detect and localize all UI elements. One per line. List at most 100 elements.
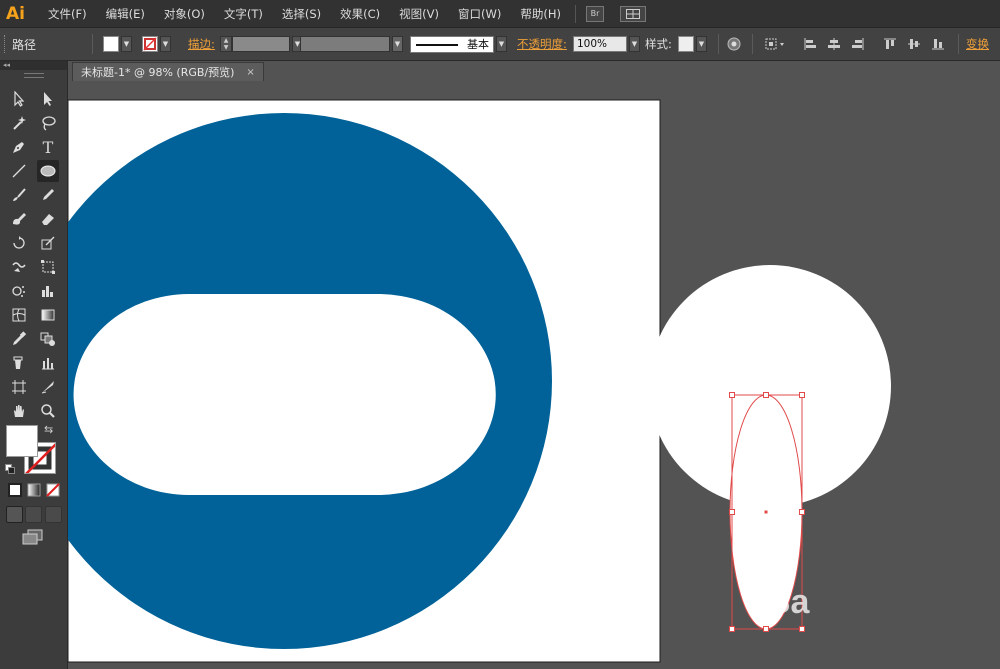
recolor-artwork-icon [727,37,741,51]
fill-color-swatch[interactable] [6,425,38,457]
blend-tool[interactable] [37,328,59,350]
rounded-slot-cutout[interactable] [73,294,496,495]
live-paint-tool[interactable] [8,352,30,374]
graph-tool[interactable] [37,352,59,374]
arrange-documents-icon [625,8,640,19]
chevron-down-icon[interactable]: ▼ [496,36,507,52]
menu-edit[interactable]: 编辑(E) [106,6,145,22]
stroke-color-control[interactable]: ▼ [142,28,171,60]
align-to-button[interactable] [765,28,787,60]
type-tool[interactable]: T [37,136,59,158]
menu-help[interactable]: 帮助(H) [520,6,561,22]
menu-select[interactable]: 选择(S) [282,6,321,22]
screen-mode-button[interactable] [22,529,44,548]
pencil-tool[interactable] [37,184,59,206]
slice-tool[interactable] [37,376,59,398]
menu-file[interactable]: 文件(F) [48,6,87,22]
mesh-tool[interactable] [8,304,30,326]
eraser-tool[interactable] [37,208,59,230]
graphic-style-control[interactable]: ▼ [678,28,707,60]
recolor-button[interactable] [727,28,741,60]
fill-swatch[interactable] [103,36,119,52]
draw-inside-icon[interactable] [44,505,62,523]
document-tab[interactable]: 未标题-1* @ 98% (RGB/预览) × [72,62,264,81]
scale-tool[interactable] [37,232,59,254]
none-mode-button[interactable] [46,483,60,500]
free-transform-tool[interactable] [37,256,59,278]
opacity-label[interactable]: 不透明度: [517,36,567,52]
variable-width-control[interactable]: ▼ [300,28,403,60]
canvas-area[interactable]: Ba [68,81,1000,669]
align-hcenter-button[interactable] [827,28,841,60]
slice-icon [41,381,54,394]
bridge-button[interactable]: Br [585,5,604,22]
selection-tool-icon [14,91,25,107]
variable-width-field[interactable] [300,36,390,52]
gradient-tool[interactable] [37,304,59,326]
tools-panel-collapse[interactable]: ◂◂ [0,61,67,70]
menu-view[interactable]: 视图(V) [399,6,439,22]
brush-definition-control[interactable]: 基本 ▼ [410,28,507,60]
rotate-icon [13,236,25,249]
align-horizontal-center-icon [828,38,840,50]
hand-tool[interactable] [8,400,30,422]
default-colors-icon[interactable] [5,463,15,474]
menu-type[interactable]: 文字(T) [224,6,263,22]
chevron-down-icon[interactable]: ▼ [121,36,132,52]
tools-panel-grip[interactable] [23,73,44,78]
magic-wand-tool[interactable] [8,112,30,134]
direct-selection-tool[interactable] [37,88,59,110]
line-segment-tool[interactable] [8,160,30,182]
lasso-tool[interactable] [37,112,59,134]
color-mode-button[interactable] [8,483,22,500]
align-top-button[interactable] [883,28,897,60]
align-right-button[interactable] [851,28,865,60]
gradient-mode-button[interactable] [27,483,41,500]
warp-tool[interactable] [8,256,30,278]
opacity-input[interactable]: 100% [573,36,627,52]
chevron-down-icon[interactable]: ▼ [160,36,171,52]
ellipse-tool[interactable] [37,160,59,182]
zoom-tool[interactable] [37,400,59,422]
arrange-documents-button[interactable] [619,5,646,22]
rotate-tool[interactable] [8,232,30,254]
selection-tool[interactable] [8,88,30,110]
eyedropper-tool[interactable] [8,328,30,350]
color-icon [8,483,22,497]
stroke-weight-control[interactable]: ▲ ▼ ▼ [220,28,303,60]
separator [752,34,753,54]
pen-tool[interactable] [8,136,30,158]
opacity-control[interactable]: 100% ▼ [573,28,640,60]
column-graph-tool[interactable] [37,280,59,302]
stroke-swatch-none[interactable] [142,36,158,52]
align-vcenter-button[interactable] [907,28,921,60]
align-bottom-button[interactable] [931,28,945,60]
blob-brush-tool[interactable] [8,208,30,230]
chevron-down-icon[interactable]: ▼ [392,36,403,52]
symbol-sprayer-tool[interactable] [8,280,30,302]
control-grip [4,28,8,60]
artboard-tool[interactable] [8,376,30,398]
stroke-label[interactable]: 描边: [188,36,215,52]
draw-behind-icon[interactable] [25,505,43,523]
ellipse-tool-icon [40,165,56,177]
menu-effect[interactable]: 效果(C) [340,6,380,22]
style-swatch[interactable] [678,36,694,52]
eyedropper-icon [13,331,27,345]
brush-definition-field[interactable]: 基本 [410,35,494,53]
chevron-down-icon[interactable]: ▼ [696,36,707,52]
align-left-button[interactable] [803,28,817,60]
stepper-icon[interactable]: ▲ ▼ [220,36,232,52]
stroke-weight-field[interactable] [232,36,290,52]
type-tool-icon: T [42,137,54,157]
draw-normal-icon[interactable] [6,505,24,523]
brush-label: 基本 [467,38,489,51]
close-icon[interactable]: × [246,67,254,78]
swap-fill-stroke-icon[interactable]: ⇆ [44,423,53,436]
paintbrush-tool[interactable] [8,184,30,206]
menu-window[interactable]: 窗口(W) [458,6,501,22]
transform-link[interactable]: 变换 [966,36,989,52]
chevron-down-icon[interactable]: ▼ [629,36,640,52]
menu-object[interactable]: 对象(O) [164,6,205,22]
fill-control[interactable]: ▼ [103,28,132,60]
